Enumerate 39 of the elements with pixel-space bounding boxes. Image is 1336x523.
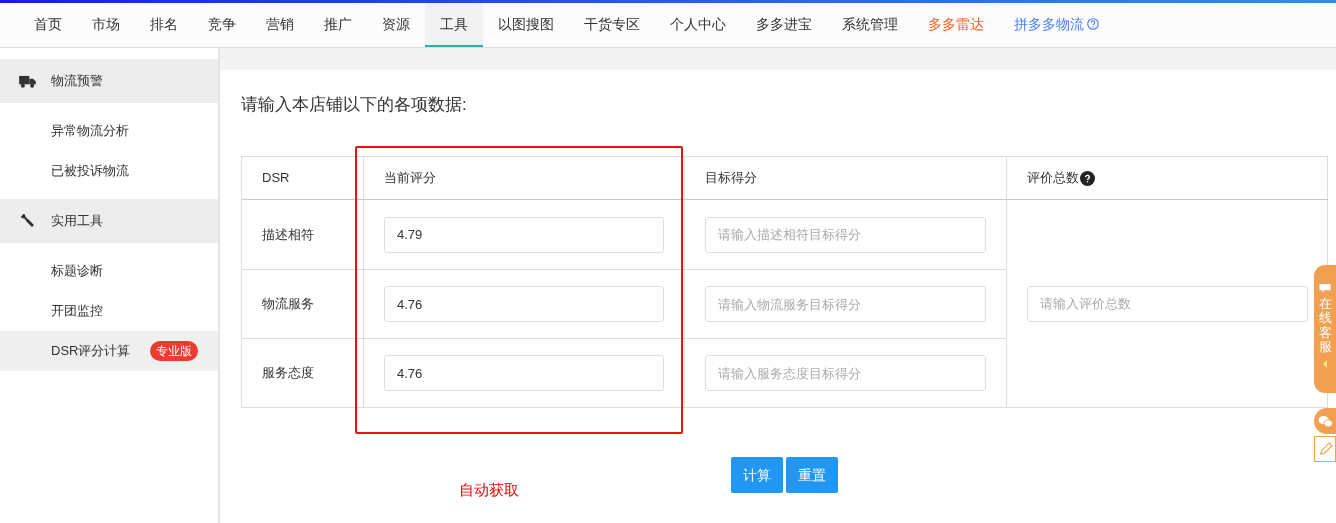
sidebar-group-title: 实用工具 (51, 212, 103, 231)
column-header: DSR (262, 169, 290, 188)
nav-tab[interactable]: 系统管理 (827, 3, 913, 47)
total-input[interactable]: 请输入评价总数 (1027, 285, 1308, 322)
wechat-icon[interactable] (1314, 408, 1336, 434)
nav-tab[interactable]: 工具 (425, 3, 483, 47)
nav-tab[interactable]: 多多进宝 (741, 3, 827, 47)
sidebar-group-title: 物流预警 (51, 72, 103, 91)
truck-icon (19, 74, 36, 88)
nav-tab[interactable]: 推广 (309, 3, 367, 47)
target-input[interactable]: 请输入物流服务目标得分 (705, 286, 986, 322)
nav-tab[interactable]: 资源 (367, 3, 425, 47)
help-icon (1080, 170, 1095, 186)
target-input[interactable]: 请输入描述相符目标得分 (705, 216, 986, 253)
nav-tab[interactable]: 干货专区 (569, 3, 655, 47)
nav-tab[interactable]: 首页 (19, 3, 77, 47)
score-input[interactable]: 4.76 (384, 286, 664, 322)
row-label: 物流服务 (262, 295, 314, 314)
chat-icon (1318, 283, 1332, 294)
nav-tab[interactable]: 排名 (135, 3, 193, 47)
target-input[interactable]: 请输入服务态度目标得分 (705, 355, 986, 391)
edit-icon[interactable] (1314, 436, 1336, 462)
nav-tab[interactable]: 个人中心 (655, 3, 741, 47)
score-input[interactable]: 4.79 (384, 216, 664, 253)
nav-tab[interactable]: 拼多多物流 (999, 3, 1114, 47)
pro-badge: 专业版 (150, 341, 198, 361)
score-input[interactable]: 4.76 (384, 355, 664, 391)
nav-tab[interactable]: 营销 (251, 3, 309, 47)
sidebar-item[interactable]: DSR评分计算 专业版 (0, 331, 218, 371)
nav-tab[interactable]: 以图搜图 (483, 3, 569, 47)
row-label: 服务态度 (262, 364, 314, 383)
nav-tab[interactable]: 竞争 (193, 3, 251, 47)
column-header: 评价总数 (1027, 169, 1079, 188)
page-heading: 请输入本店铺以下的各项数据: (241, 94, 468, 114)
column-header: 当前评分 (384, 169, 436, 188)
column-header: 目标得分 (705, 169, 757, 188)
nav-tab[interactable]: 市场 (77, 3, 135, 47)
row-label: 描述相符 (262, 225, 314, 244)
annotation-text: 自动获取 (459, 480, 520, 500)
